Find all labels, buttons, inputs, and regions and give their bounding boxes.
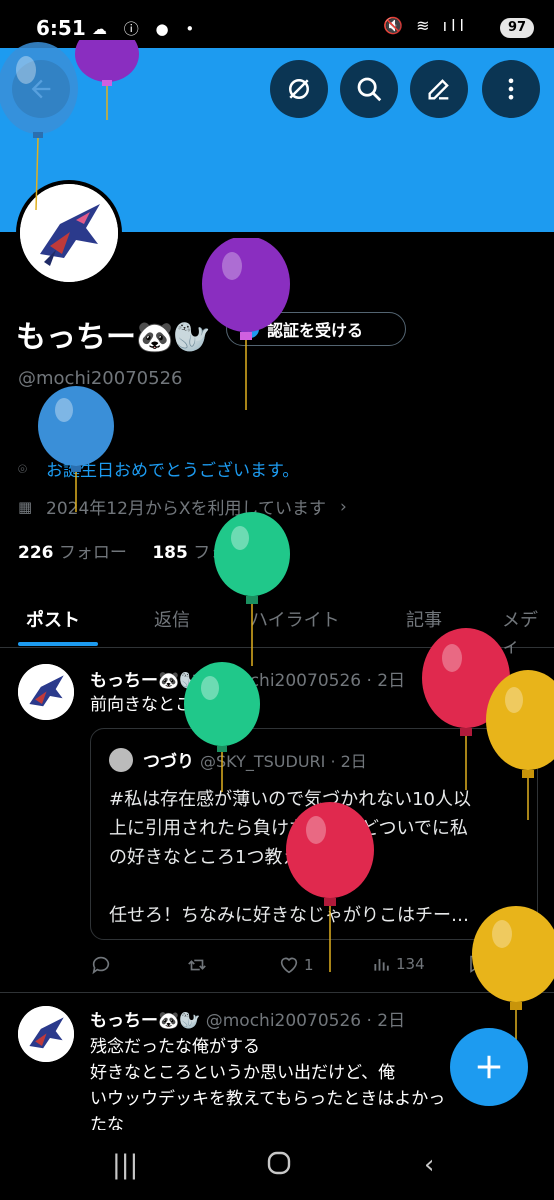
reply-button[interactable] (90, 954, 116, 976)
post-avatar[interactable] (18, 1006, 74, 1062)
post-header: もっちー🐼🦭 @mochi20070526 · 2日 (90, 1006, 405, 1031)
chevron-right-icon: › (340, 496, 347, 517)
post-line: たな (90, 1115, 124, 1130)
reply-icon (92, 956, 110, 975)
followers-count: 185 (152, 543, 188, 563)
active-tab-indicator (18, 642, 98, 646)
no-edit-icon (289, 79, 309, 99)
search-icon (357, 77, 382, 102)
avatar-character-image (18, 664, 74, 720)
following-label: フォロー (58, 543, 127, 563)
balloon-red-large (286, 802, 374, 972)
battery-indicator: 97 (500, 18, 534, 38)
following-count: 226 (18, 543, 54, 563)
status-time: 6:51 (36, 16, 86, 40)
balloon-blue-small (38, 386, 114, 512)
system-nav-bar: ||| ‹ (0, 1134, 554, 1200)
balloon-green (214, 512, 290, 666)
quoted-avatar (109, 747, 133, 772)
retweet-button[interactable] (186, 954, 212, 976)
home-button[interactable] (266, 1150, 292, 1183)
more-button[interactable] (482, 60, 540, 118)
post-author-name[interactable]: もっちー🐼🦭 (90, 1011, 200, 1031)
more-vertical-icon (508, 78, 514, 100)
post-avatar[interactable] (18, 664, 74, 720)
edit-button[interactable] (410, 60, 468, 118)
tab-posts[interactable]: ポスト (26, 606, 80, 632)
balloon-purple (202, 238, 290, 410)
balloon-yellow (486, 670, 554, 820)
home-circle-icon (267, 1151, 291, 1175)
profile-display-name: もっちー🐼🦭 (16, 320, 211, 355)
recent-apps-button[interactable]: ||| (112, 1150, 138, 1180)
location-icon: ⌾ (18, 459, 28, 478)
balloon-purple-top (75, 40, 139, 120)
views-button[interactable]: 134 (372, 954, 425, 974)
following-link[interactable]: 226 フォロー (18, 543, 127, 563)
mute-edit-button[interactable] (270, 60, 328, 118)
balloon-green-small (184, 662, 260, 792)
pencil-icon (428, 79, 449, 100)
search-button[interactable] (340, 60, 398, 118)
avatar-character-image (18, 1006, 74, 1062)
system-icons: 🔇 ≋ ıll (383, 16, 468, 35)
plus-icon (477, 1055, 501, 1079)
calendar-icon: ▦ (18, 497, 33, 516)
post-author-handle: @mochi20070526 · 2日 (205, 1011, 406, 1031)
retweet-icon (188, 959, 206, 971)
back-nav-button[interactable]: ‹ (424, 1150, 434, 1180)
notification-icons: ☁ ⓘ ● • (92, 20, 201, 38)
compose-fab[interactable] (450, 1028, 528, 1106)
tab-replies[interactable]: 返信 (154, 606, 190, 632)
view-count: 134 (396, 955, 425, 973)
